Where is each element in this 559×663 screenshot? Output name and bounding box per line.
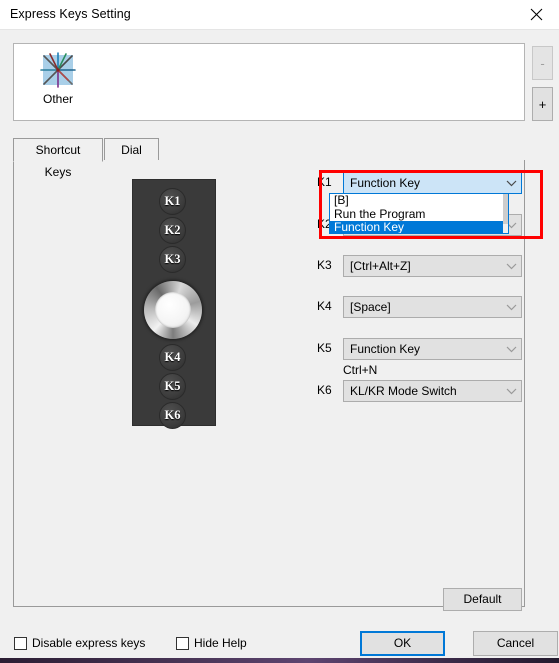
checkbox-box[interactable] [176,636,189,650]
application-list[interactable]: Other [13,43,525,121]
dropdown-scrollbar-thumb[interactable] [503,194,508,224]
chevron-down-icon [501,346,521,353]
key-combobox-k1-dropdown-list[interactable]: [B] Run the Program Function Key [329,193,509,234]
key-combobox-value-k5: Function Key [350,342,421,356]
key-subtext-k5: Ctrl+N [343,363,378,377]
close-icon[interactable] [513,0,559,29]
device-key-k4[interactable]: K4 [159,344,186,371]
key-row-k6: K6 KL/KR Mode Switch [317,380,522,402]
key-combobox-k5[interactable]: Function Key [343,338,522,360]
cancel-button[interactable]: Cancel [473,631,558,656]
dropdown-option-2[interactable]: Function Key [330,221,508,233]
app-tile-other[interactable]: Other [26,50,90,112]
tab-shortcut-keys[interactable]: Shortcut Keys [13,138,103,179]
app-tile-label: Other [42,92,73,106]
default-button[interactable]: Default [443,588,522,611]
chevron-down-icon [501,388,521,395]
key-label-k4: K4 [317,299,332,313]
key-label-k5: K5 [317,341,332,355]
tab-dial[interactable]: Dial [104,138,159,161]
checkbox-hide-help[interactable]: Hide Help [176,636,247,650]
remove-application-button[interactable]: - [532,46,553,80]
title-bar: Express Keys Setting [0,0,559,30]
device-dial-wheel[interactable] [144,281,202,339]
key-combobox-k1[interactable]: Function Key [343,172,522,194]
device-key-k3[interactable]: K3 [159,246,186,273]
key-combobox-value-k4: [Space] [350,300,391,314]
dropdown-option-1[interactable]: Run the Program [330,207,508,222]
device-key-k2[interactable]: K2 [159,217,186,244]
desktop-background-strip [0,658,559,663]
key-row-k4: K4 [Space] [317,296,522,318]
device-key-k5[interactable]: K5 [159,373,186,400]
checkbox-box[interactable] [14,636,27,650]
checkbox-label: Hide Help [194,636,247,650]
add-application-button[interactable]: + [532,87,553,121]
key-row-k3: K3 [Ctrl+Alt+Z] [317,255,522,277]
device-key-k1[interactable]: K1 [159,188,186,215]
checkbox-label: Disable express keys [32,636,146,650]
device-key-k6[interactable]: K6 [159,402,186,429]
key-combobox-value-k3: [Ctrl+Alt+Z] [350,259,411,273]
dropdown-option-0[interactable]: [B] [330,194,508,208]
window-title: Express Keys Setting [10,7,131,21]
chevron-down-icon [501,263,521,270]
device-dial-center[interactable] [155,292,191,328]
key-combobox-value-k6: KL/KR Mode Switch [350,384,457,398]
key-label-k3: K3 [317,258,332,272]
key-label-k6: K6 [317,383,332,397]
ok-button[interactable]: OK [360,631,445,656]
tab-strip: Shortcut Keys Dial [13,138,525,179]
key-combobox-k6[interactable]: KL/KR Mode Switch [343,380,522,402]
dropdown-scrollbar[interactable] [503,194,508,233]
tablet-device-illustration: K1 K2 K3 K4 K5 K6 [133,180,215,429]
key-row-k1: K1 Function Key [317,172,522,194]
checkbox-disable-express-keys[interactable]: Disable express keys [14,636,145,650]
starburst-icon [38,50,78,90]
chevron-down-icon [501,304,521,311]
key-combobox-k3[interactable]: [Ctrl+Alt+Z] [343,255,522,277]
key-label-k1: K1 [317,175,332,189]
key-row-k5: K5 Function Key [317,338,522,360]
key-combobox-value-k1: Function Key [350,176,421,190]
chevron-down-icon [501,180,521,187]
key-combobox-k4[interactable]: [Space] [343,296,522,318]
